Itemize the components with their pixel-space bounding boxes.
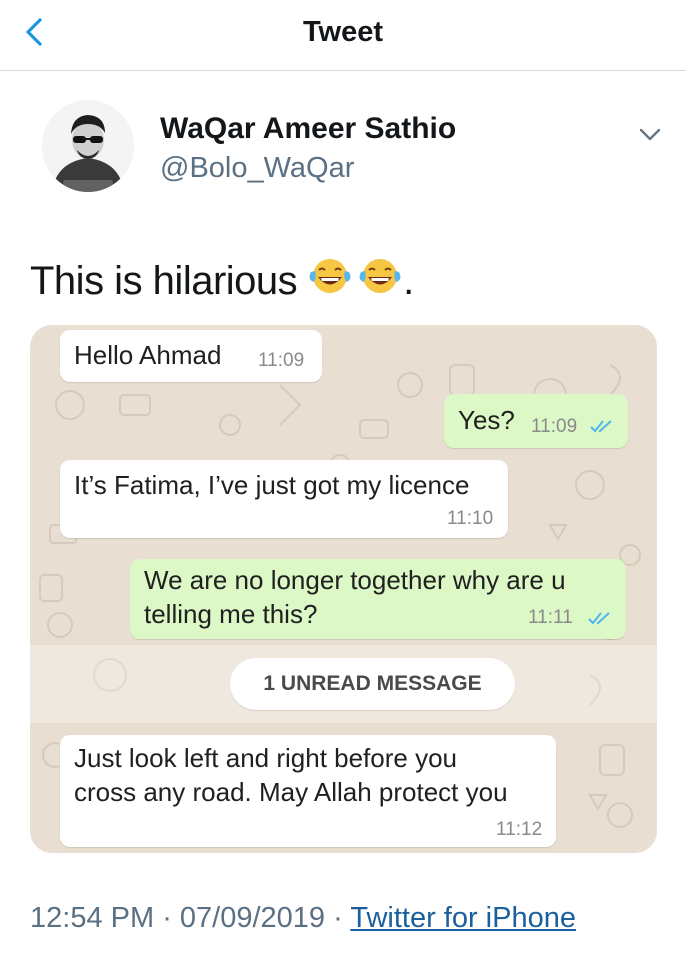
tweet-body: This is hilarious [30, 258, 298, 303]
chat-message-outgoing: We are no longer together why are u tell… [130, 559, 626, 639]
message-time: 11:10 [447, 508, 494, 529]
avatar[interactable] [42, 100, 134, 192]
tweet-time: 12:54 PM [30, 902, 155, 934]
chevron-down-icon[interactable] [636, 120, 664, 148]
message-line: We are no longer together why are u [144, 565, 566, 595]
tweet-source-link[interactable]: Twitter for iPhone [350, 902, 576, 934]
author-name[interactable]: WaQar Ameer Sathio [160, 112, 456, 146]
tweet-date: 07/09/2019 [179, 902, 326, 934]
chat-message-incoming: Hello Ahmad 11:09 [60, 330, 322, 382]
message-line: cross any road. May Allah protect you [74, 777, 508, 807]
page-title: Tweet [302, 16, 384, 48]
message-time: 11:09 [531, 416, 578, 437]
tears-of-joy-emoji-icon [307, 256, 353, 306]
message-text: Yes? [458, 405, 515, 435]
chat-message-incoming: Just look left and right before you cros… [60, 735, 556, 847]
tweet-trailing-period: . [403, 258, 414, 303]
top-bar: Tweet [0, 0, 686, 71]
message-time: 11:11 [528, 607, 573, 628]
tears-of-joy-emoji-icon [357, 256, 403, 306]
message-text: Just look left and right before you cros… [74, 741, 508, 809]
meta-separator: · [154, 902, 180, 934]
message-line: Just look left and right before you [74, 743, 458, 773]
message-text: It’s Fatima, I’ve just got my licence [74, 470, 470, 500]
attached-chat-image[interactable]: Hello Ahmad 11:09 Yes? 11:09 It’s Fatima… [30, 325, 657, 853]
message-text: We are no longer together why are u tell… [144, 563, 566, 631]
message-line: telling me this? [144, 599, 318, 629]
double-check-icon [588, 612, 610, 625]
author-handle[interactable]: @Bolo_WaQar [160, 152, 354, 185]
message-text: Hello Ahmad [74, 340, 222, 370]
tweet-meta: 12:54 PM · 07/09/2019 · Twitter for iPho… [30, 902, 576, 935]
chat-message-outgoing: Yes? 11:09 [444, 394, 628, 448]
unread-message-badge: 1 UNREAD MESSAGE [230, 658, 515, 710]
double-check-icon [590, 420, 612, 433]
chat-message-incoming: It’s Fatima, I’ve just got my licence 11… [60, 460, 508, 538]
meta-separator: · [325, 902, 351, 934]
message-time: 11:12 [496, 819, 543, 840]
tweet-text: This is hilarious . [30, 256, 414, 306]
message-time: 11:09 [258, 350, 305, 371]
